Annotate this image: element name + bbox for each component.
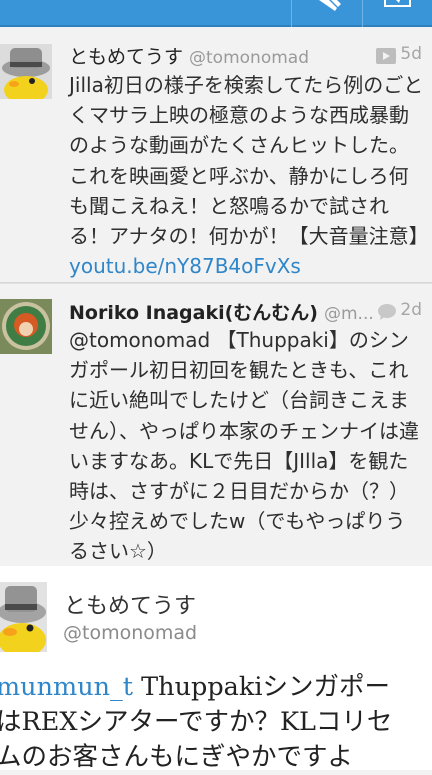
tweet-link[interactable]: youtu.be/nY87B4oFvXs — [69, 254, 301, 278]
tweet-header: Noriko Inagaki(むんむん) @m... 2d — [69, 298, 426, 326]
tweet-age: 5d — [400, 44, 422, 64]
reply-bubble-icon — [378, 304, 396, 320]
mention-link[interactable]: munmun_t — [0, 672, 133, 702]
tweet-detail: ともめてうす @tomonomad munmun_t Thuppakiシンガポー… — [0, 566, 432, 772]
author-name: ともめてうす — [64, 594, 197, 619]
action-bar — [0, 0, 432, 27]
avatar[interactable] — [0, 44, 52, 99]
tweet-age: 2d — [400, 300, 422, 320]
tweet-body: Jilla初日の様子を検索してたら例のごとくマサラ上映の極意のような西成暴動のよ… — [69, 73, 429, 249]
author-handle: @m... — [324, 304, 374, 324]
edit-icon — [384, 0, 411, 7]
tweet-text: @tomonomad 【Thuppaki】のシンガポール初日初回を観たときも、こ… — [69, 328, 419, 564]
author-handle: @tomonomad — [189, 48, 309, 68]
author-name: ともめてうす — [69, 46, 184, 68]
tweet-text: munmun_t Thuppakiシンガポー はREXシアターですか？KLコリセ… — [0, 670, 432, 775]
author-handle: @tomonomad — [63, 622, 198, 644]
compose-icon — [319, 0, 341, 11]
avatar[interactable] — [0, 299, 52, 354]
tweet-text: Jilla初日の様子を検索してたら例のごとくマサラ上映の極意のような西成暴動のよ… — [69, 70, 429, 281]
tweet-item[interactable]: Noriko Inagaki(むんむん) @m... 2d @tomonomad … — [0, 283, 432, 567]
tweet-item[interactable]: ともめてうす @tomonomad 5d Jilla初日の様子を検索してたら例のご… — [0, 27, 432, 283]
tweet-header: ともめてうす @tomonomad 5d — [69, 42, 426, 70]
compose-button[interactable] — [292, 0, 362, 27]
author-name: Noriko Inagaki(むんむん) — [69, 302, 318, 324]
edit-button[interactable] — [363, 0, 432, 27]
avatar[interactable] — [0, 582, 47, 652]
video-icon — [376, 48, 396, 64]
